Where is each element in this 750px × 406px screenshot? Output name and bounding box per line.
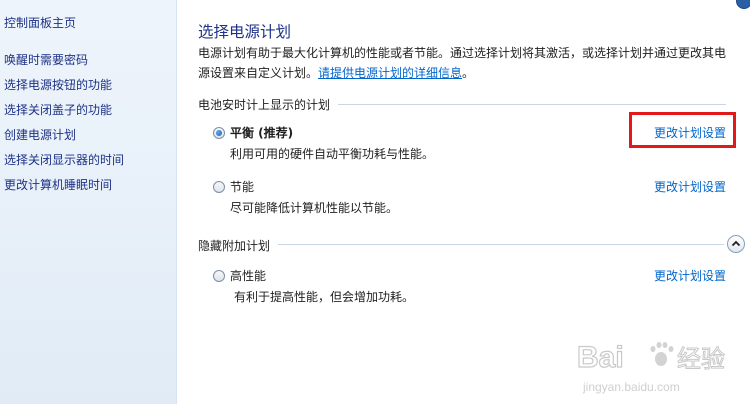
sidebar-item-close-lid[interactable]: 选择关闭盖子的功能 bbox=[4, 101, 112, 118]
plan-balanced-desc: 利用可用的硬件自动平衡功耗与性能。 bbox=[230, 147, 435, 161]
sidebar-item-power-button[interactable]: 选择电源按钮的功能 bbox=[4, 76, 112, 93]
sidebar: 控制面板主页 唤醒时需要密码 选择电源按钮的功能 选择关闭盖子的功能 创建电源计… bbox=[0, 0, 177, 404]
description-period: 。 bbox=[462, 66, 475, 80]
plan-high-performance-name[interactable]: 高性能 bbox=[230, 267, 266, 284]
sidebar-item-create-plan[interactable]: 创建电源计划 bbox=[4, 126, 76, 143]
plan-power-saver-desc: 尽可能降低计算机性能以节能。 bbox=[230, 201, 399, 215]
sidebar-item-sleep-time[interactable]: 更改计算机睡眠时间 bbox=[4, 176, 112, 193]
description-line1: 电源计划有助于最大化计算机的性能或者节能。通过选择计划将其激活，或选择计划并通过… bbox=[198, 46, 727, 60]
radio-high-performance[interactable] bbox=[213, 270, 225, 282]
change-plan-settings-high-performance[interactable]: 更改计划设置 bbox=[654, 267, 726, 284]
chevron-up-icon bbox=[731, 240, 741, 247]
page-description: 电源计划有助于最大化计算机的性能或者节能。通过选择计划将其激活，或选择计划并通过… bbox=[198, 43, 738, 83]
main-content: 选择电源计划 电源计划有助于最大化计算机的性能或者节能。通过选择计划将其激活，或… bbox=[176, 0, 750, 404]
plan-power-saver-name[interactable]: 节能 bbox=[230, 178, 254, 195]
radio-balanced[interactable] bbox=[213, 127, 225, 139]
section-divider bbox=[338, 104, 726, 105]
help-icon[interactable] bbox=[736, 0, 750, 9]
section-divider bbox=[278, 244, 724, 245]
sidebar-item-require-password[interactable]: 唤醒时需要密码 bbox=[4, 51, 88, 68]
hidden-section-header: 隐藏附加计划 bbox=[198, 239, 271, 253]
plan-details-link[interactable]: 请提供电源计划的详细信息 bbox=[318, 66, 462, 80]
radio-power-saver[interactable] bbox=[213, 181, 225, 193]
description-line2: 源设置来自定义计划。 bbox=[198, 66, 319, 80]
collapse-button[interactable] bbox=[727, 235, 745, 253]
sidebar-item-display-off[interactable]: 选择关闭显示器的时间 bbox=[4, 151, 124, 168]
sidebar-item-control-panel-home[interactable]: 控制面板主页 bbox=[4, 14, 76, 31]
radio-selected-dot bbox=[216, 130, 222, 136]
plan-balanced-name[interactable]: 平衡 (推荐) bbox=[230, 124, 293, 141]
highlight-box bbox=[629, 112, 736, 148]
plan-high-performance-desc: 有利于提高性能，但会增加功耗。 bbox=[234, 290, 415, 304]
change-plan-settings-power-saver[interactable]: 更改计划设置 bbox=[654, 178, 726, 195]
battery-section-header: 电池安时计上显示的计划 bbox=[198, 98, 331, 112]
page-title: 选择电源计划 bbox=[198, 23, 292, 41]
